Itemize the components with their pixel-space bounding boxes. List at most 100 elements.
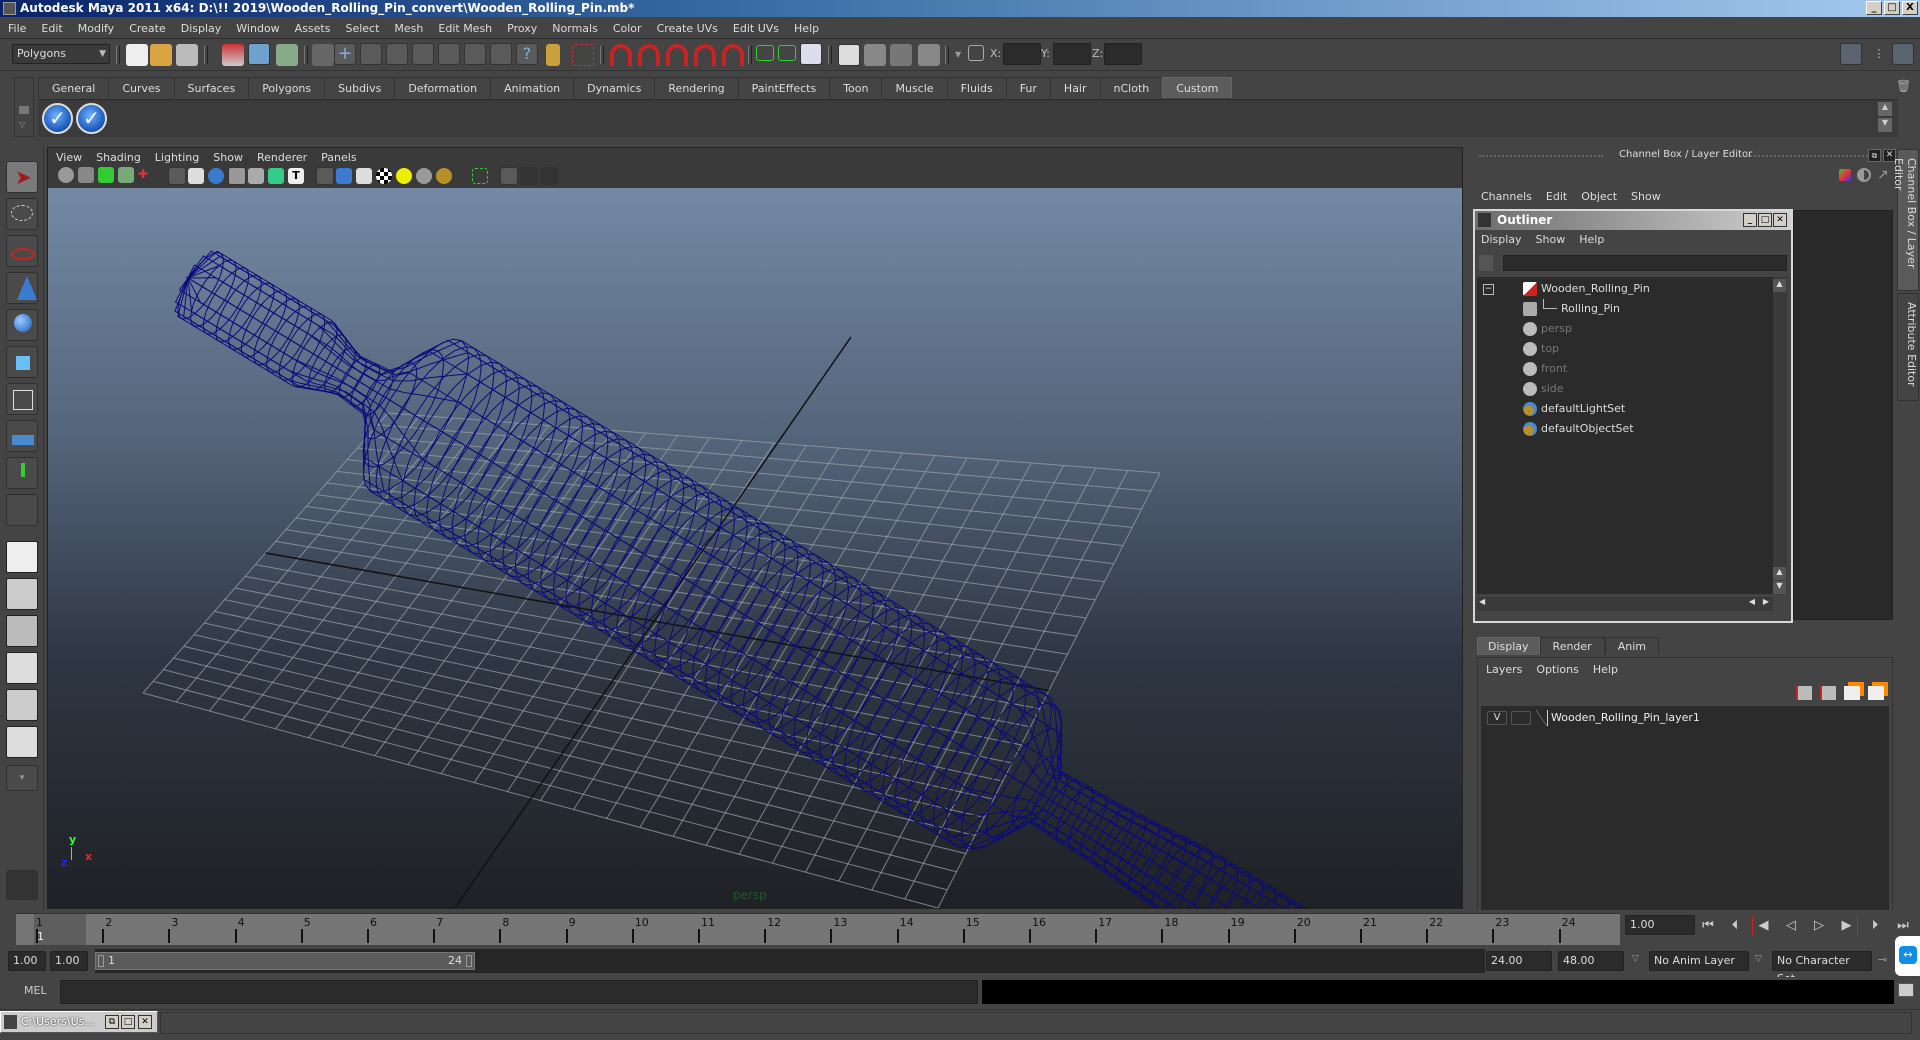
shelf-tab-rendering[interactable]: Rendering [654,77,739,98]
construction-history-icon[interactable] [800,43,822,65]
viewport-menu-renderer[interactable]: Renderer [257,151,307,164]
shelf-tab-deformation[interactable]: Deformation [394,77,492,98]
snap-curve-icon[interactable] [638,44,660,66]
shelf-tab-ncloth[interactable]: nCloth [1099,77,1164,98]
arrow-icon[interactable]: ↗ [1877,167,1889,183]
shelf-scroll-up-icon[interactable]: ▲ [1878,102,1892,116]
high-quality-icon[interactable] [436,168,452,184]
input-mode-dropdown-icon[interactable]: ▼ [955,50,961,59]
outliner-item[interactable]: top [1477,339,1773,359]
menu-proxy[interactable]: Proxy [507,22,537,35]
wireframe-icon[interactable] [316,167,334,185]
menu-color[interactable]: Color [613,22,642,35]
numeric-input-icon[interactable] [968,45,984,61]
isolate-select-icon[interactable] [472,168,488,184]
outliner-filter-icon[interactable] [1479,255,1493,271]
shelf-tab-fur[interactable]: Fur [1005,77,1051,98]
outliner-titlebar[interactable]: Outliner _ □ ✕ [1475,211,1791,230]
resolution-gate-icon[interactable] [208,168,224,184]
channelbox-menu-object[interactable]: Object [1581,190,1617,203]
outliner-item[interactable]: − Wooden_Rolling_Pin [1477,279,1773,299]
create-layer-from-selected-icon[interactable] [1868,686,1884,700]
render-view-icon[interactable] [838,44,860,66]
shelf-tab-animation[interactable]: Animation [490,77,575,98]
play-backwards-button[interactable]: ◁ [1780,916,1802,936]
layer-tab-render[interactable]: Render [1539,637,1605,655]
range-slider-handle[interactable]: 1 24 [95,952,475,970]
auto-key-icon[interactable]: ⊸ [1878,953,1887,966]
teamviewer-tab[interactable]: ↔ [1895,936,1920,976]
shelf-tab-dynamics[interactable]: Dynamics [573,77,656,98]
snap-point-icon[interactable] [666,44,688,66]
menu-edit-mesh[interactable]: Edit Mesh [438,22,492,35]
go-to-start-button[interactable]: ⏮ [1697,916,1719,936]
channel-box-toggle-icon[interactable] [1892,43,1914,65]
2d-pan-zoom-icon[interactable]: ✚ [138,167,154,183]
output-connections-icon[interactable] [778,45,796,61]
layer-color-swatch[interactable] [1536,710,1548,726]
outliner-horizontal-scrollbar[interactable]: ◀ ◀ ▶ [1477,597,1773,611]
ipr-render-icon[interactable] [890,44,912,66]
shelf-tab-muscle[interactable]: Muscle [881,77,948,98]
drag-handle[interactable] [1479,155,1603,157]
menu-edit[interactable]: Edit [41,22,62,35]
render-current-frame-icon[interactable] [864,44,886,66]
menu-normals[interactable]: Normals [552,22,598,35]
outliner-search-input[interactable] [1503,255,1787,271]
layout-four-view[interactable] [6,578,38,610]
x-input[interactable] [1003,43,1041,65]
layer-menu-options[interactable]: Options [1536,663,1578,676]
universal-manipulator-tool[interactable] [6,383,38,415]
close-button[interactable]: ✕ [138,1015,152,1029]
render-settings-icon[interactable] [918,44,940,66]
range-end-grip[interactable] [466,955,472,967]
trash-icon[interactable]: 🗑 [1896,79,1912,95]
create-empty-layer-icon[interactable] [1844,686,1860,700]
shelf-scroll-down-icon[interactable]: ▼ [1878,118,1892,132]
manipulator-transform-icon[interactable] [1839,169,1851,181]
character-set-dropdown[interactable]: No Character Set [1772,951,1872,985]
lasso-tool[interactable] [6,198,38,230]
outliner-menu-help[interactable]: Help [1579,233,1604,246]
layout-persp-graph[interactable] [6,652,38,684]
menuset-dropdown[interactable]: Polygons ▼ [12,44,110,64]
outliner-item[interactable]: persp [1477,319,1773,339]
channelbox-menu-show[interactable]: Show [1631,190,1661,203]
maximize-button[interactable]: □ [1884,1,1900,15]
layout-more-button[interactable]: ▾ [6,765,38,791]
shelf-tab-polygons[interactable]: Polygons [248,77,326,98]
grid-toggle-icon[interactable] [168,167,186,185]
shelf-tab-hair[interactable]: Hair [1049,77,1101,98]
select-surface-icon[interactable] [412,43,434,65]
layout-single-perspective[interactable] [6,541,38,573]
y-input[interactable] [1053,43,1091,65]
minimized-window[interactable]: C:\Users\Us... ⧉ □ ✕ [0,1011,158,1033]
input-connections-icon[interactable] [756,45,774,61]
wireframe-on-shaded-icon[interactable] [356,168,372,184]
current-time-field[interactable]: 1.00 [1625,915,1695,935]
menu-modify[interactable]: Modify [78,22,114,35]
select-dynamics-icon[interactable] [464,43,486,65]
layer-tab-anim[interactable]: Anim [1604,637,1659,655]
scroll-down-icon[interactable]: ▼ [1773,581,1786,594]
outliner-menu-display[interactable]: Display [1481,233,1522,246]
viewport-menu-lighting[interactable]: Lighting [155,151,199,164]
outliner-maximize-button[interactable]: □ [1758,213,1772,227]
field-chart-icon[interactable] [248,168,264,184]
layout-outliner-persp[interactable] [6,615,38,647]
scroll-up-icon[interactable]: ▲ [1773,567,1786,580]
channelbox-menu-channels[interactable]: Channels [1481,190,1532,203]
select-handle-icon[interactable]: + [334,43,356,65]
layer-visibility-toggle[interactable]: V [1487,711,1507,725]
anim-layer-dropdown[interactable]: No Anim Layer [1649,951,1749,971]
snap-view-plane-icon[interactable] [694,44,716,66]
layer-menu-layers[interactable]: Layers [1486,663,1522,676]
lock-selection-icon[interactable] [546,44,560,66]
outliner-menu-show[interactable]: Show [1536,233,1566,246]
restore-button[interactable]: ⧉ [105,1015,119,1029]
save-scene-icon[interactable] [176,44,198,66]
anim-layer-dropdown-icon[interactable]: ▽ [1632,954,1639,964]
outliner-item[interactable]: side [1477,379,1773,399]
select-curve-icon[interactable] [386,43,408,65]
textured-icon[interactable] [376,168,392,184]
